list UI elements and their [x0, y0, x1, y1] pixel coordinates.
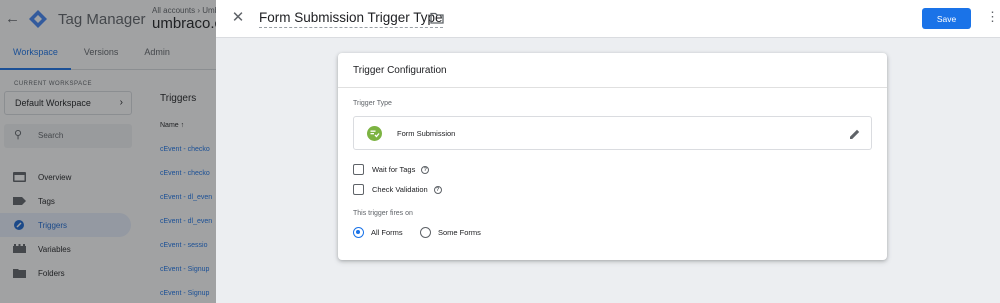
help-icon[interactable]: ?: [421, 165, 430, 174]
help-icon[interactable]: ?: [433, 185, 442, 194]
modal-scrim[interactable]: [0, 0, 216, 303]
card-divider: [338, 87, 887, 88]
all-forms-radio-row[interactable]: All Forms: [353, 227, 403, 238]
trigger-type-label: Trigger Type: [353, 100, 392, 107]
folder-icon[interactable]: [430, 12, 444, 24]
wait-for-tags-checkbox[interactable]: [353, 164, 364, 175]
some-forms-label: Some Forms: [438, 228, 481, 237]
all-forms-radio[interactable]: [353, 227, 364, 238]
check-validation-label: Check Validation: [372, 185, 428, 194]
check-validation-checkbox[interactable]: [353, 184, 364, 195]
all-forms-label: All Forms: [371, 228, 403, 237]
card-title: Trigger Configuration: [353, 65, 447, 76]
more-vert-icon[interactable]: ⋮: [986, 9, 999, 25]
pencil-edit-icon[interactable]: [849, 128, 861, 140]
wait-for-tags-label: Wait for Tags: [372, 165, 416, 174]
close-button[interactable]: ✕: [230, 9, 246, 27]
check-validation-checkbox-row[interactable]: Check Validation ?: [353, 184, 442, 195]
trigger-configuration-card: Trigger Configuration Trigger Type Form …: [338, 53, 887, 260]
panel-header: ✕ Form Submission Trigger Type Save ⋮: [216, 0, 1000, 38]
trigger-type-selector[interactable]: Form Submission: [353, 116, 872, 150]
form-submission-icon: [367, 126, 382, 141]
trigger-type-name: Form Submission: [397, 129, 456, 138]
trigger-editor-panel: ✕ Form Submission Trigger Type Save ⋮ Tr…: [216, 0, 1000, 303]
save-button[interactable]: Save: [922, 8, 971, 29]
fires-on-label: This trigger fires on: [353, 210, 413, 217]
some-forms-radio-row[interactable]: Some Forms: [420, 227, 481, 238]
trigger-name-field[interactable]: Form Submission Trigger Type: [259, 10, 443, 28]
wait-for-tags-checkbox-row[interactable]: Wait for Tags ?: [353, 164, 430, 175]
some-forms-radio[interactable]: [420, 227, 431, 238]
